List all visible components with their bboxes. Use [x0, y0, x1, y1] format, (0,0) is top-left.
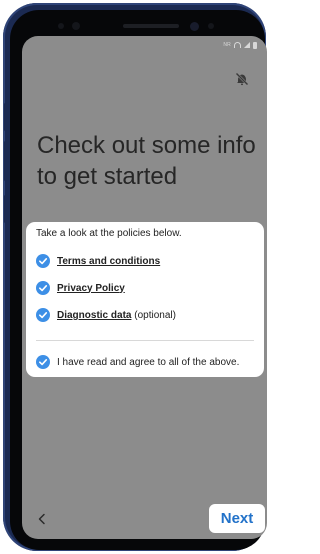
status-bar: NR: [223, 39, 257, 51]
divider: [36, 340, 254, 341]
chevron-left-icon[interactable]: [35, 512, 49, 526]
diagnostic-link[interactable]: Diagnostic data: [57, 310, 131, 321]
earpiece: [123, 24, 179, 28]
proximity-sensor: [58, 23, 64, 29]
agree-all-item[interactable]: I have read and agree to all of the abov…: [36, 354, 239, 370]
page-title: Check out some info to get started: [37, 132, 256, 190]
front-camera: [190, 22, 199, 31]
policy-item-diagnostic[interactable]: Diagnostic data (optional): [36, 307, 176, 323]
phone-frame: NR Check out some info to get started Ta…: [3, 3, 267, 551]
next-button[interactable]: Next: [209, 504, 265, 533]
checkbox-checked-icon[interactable]: [36, 254, 50, 268]
policies-intro: Take a look at the policies below.: [36, 228, 182, 239]
terms-link[interactable]: Terms and conditions: [57, 256, 160, 267]
checkbox-checked-icon[interactable]: [36, 281, 50, 295]
battery-icon: [253, 41, 257, 49]
optional-label: (optional): [134, 309, 176, 321]
policy-item-terms[interactable]: Terms and conditions: [36, 253, 160, 269]
volume-up-button: [4, 103, 7, 131]
privacy-link[interactable]: Privacy Policy: [57, 283, 125, 294]
checkbox-checked-icon[interactable]: [36, 355, 50, 369]
policy-item-privacy[interactable]: Privacy Policy: [36, 280, 125, 296]
light-sensor: [208, 23, 214, 29]
volume-down-button: [4, 141, 7, 181]
bixby-button: [4, 195, 7, 223]
policies-card: Take a look at the policies below. Terms…: [26, 222, 264, 377]
signal-icon: [244, 42, 250, 48]
mute-icon[interactable]: [234, 71, 250, 87]
phone-bezel: NR Check out some info to get started Ta…: [10, 10, 267, 550]
network-label: NR: [223, 42, 231, 48]
agree-all-label: I have read and agree to all of the abov…: [57, 356, 240, 368]
checkbox-checked-icon[interactable]: [36, 308, 50, 322]
iris-sensor: [72, 22, 80, 30]
wifi-icon: [234, 42, 241, 48]
setup-screen: NR Check out some info to get started Ta…: [22, 36, 267, 539]
